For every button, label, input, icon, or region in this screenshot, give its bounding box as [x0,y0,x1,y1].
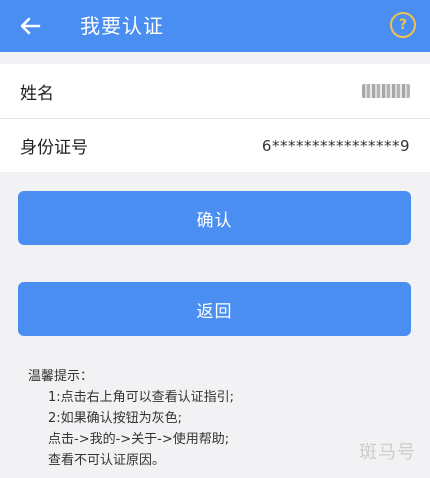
help-icon[interactable]: ? [390,12,416,38]
return-button-label: 返回 [196,301,233,322]
name-label: 姓名 [20,83,54,104]
id-number-label: 身份证号 [20,138,88,158]
tips-line-4: 查看不可认证原因。 [48,453,166,468]
watermark: 斑马号 [359,442,416,463]
back-button[interactable] [12,8,48,44]
identity-form: 姓名 身份证号 6****************9 [0,64,430,172]
id-number-value: 6****************9 [261,136,410,155]
tips-line-2: 2:如果确认按钮为灰色; [48,411,183,426]
help-icon-glyph: ? [398,17,408,33]
tips-line-1: 1:点击右上角可以查看认证指引; [48,390,235,405]
page-title: 我要认证 [80,14,164,38]
tips-line-3: 点击->我的->关于->使用帮助; [48,432,230,447]
app-header: 我要认证 ? [0,0,430,52]
tips-section: 温馨提示： 1:点击右上角可以查看认证指引; 2:如果确认按钮为灰色; 点击->… [28,366,234,471]
name-value-redacted [362,84,410,98]
name-row: 姓名 [0,64,430,118]
confirm-button[interactable]: 确认 [18,191,411,245]
id-number-row: 身份证号 6****************9 [0,118,430,172]
return-button[interactable]: 返回 [18,282,411,336]
tips-title: 温馨提示： [28,369,94,384]
arrow-left-icon [20,17,41,35]
confirm-button-label: 确认 [196,210,233,231]
